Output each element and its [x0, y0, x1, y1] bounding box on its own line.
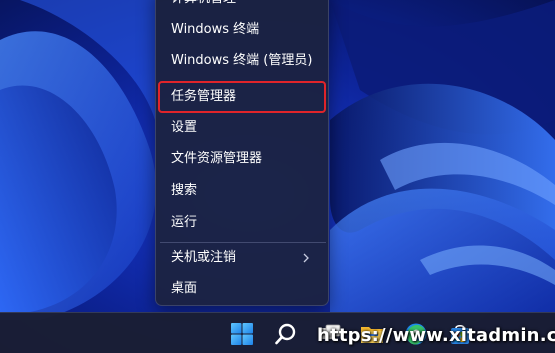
menu-item-settings[interactable]: 设置 — [160, 114, 324, 142]
win-x-context-menu: 计算机管理 Windows 终端 Windows 终端 (管理员) 任务管理器 … — [155, 0, 329, 306]
menu-item-windows-terminal-admin[interactable]: Windows 终端 (管理员) — [160, 47, 324, 75]
menu-item-task-manager[interactable]: 任务管理器 — [158, 81, 326, 113]
menu-item-label: 桌面 — [171, 281, 198, 296]
menu-item-run[interactable]: 运行 — [160, 209, 324, 237]
menu-item-label: Windows 终端 (管理员) — [171, 53, 313, 68]
menu-item-label: 文件资源管理器 — [171, 151, 263, 166]
search-icon[interactable] — [274, 322, 298, 346]
menu-item-label: 关机或注销 — [171, 250, 237, 265]
watermark-text: https://www.xitadmin.cc — [317, 325, 555, 346]
start-icon[interactable] — [230, 322, 254, 346]
desktop-screen: 计算机管理 Windows 终端 Windows 终端 (管理员) 任务管理器 … — [0, 0, 555, 353]
menu-item-label: 任务管理器 — [171, 89, 237, 104]
menu-item-label: 搜索 — [171, 183, 198, 198]
menu-item-label: Windows 终端 — [171, 22, 260, 37]
menu-item-search[interactable]: 搜索 — [160, 177, 324, 205]
menu-item-shutdown-signout[interactable]: 关机或注销 — [160, 244, 324, 272]
menu-item-desktop[interactable]: 桌面 — [160, 275, 324, 303]
chevron-right-icon — [303, 253, 309, 263]
menu-item-windows-terminal[interactable]: Windows 终端 — [160, 16, 324, 44]
menu-item-label: 设置 — [171, 120, 198, 135]
menu-item-label: 计算机管理 — [171, 0, 236, 13]
menu-item-label: 运行 — [171, 215, 198, 230]
menu-item-computer-management[interactable]: 计算机管理 — [160, 0, 324, 13]
menu-separator — [160, 242, 326, 243]
menu-item-file-explorer[interactable]: 文件资源管理器 — [160, 145, 324, 173]
